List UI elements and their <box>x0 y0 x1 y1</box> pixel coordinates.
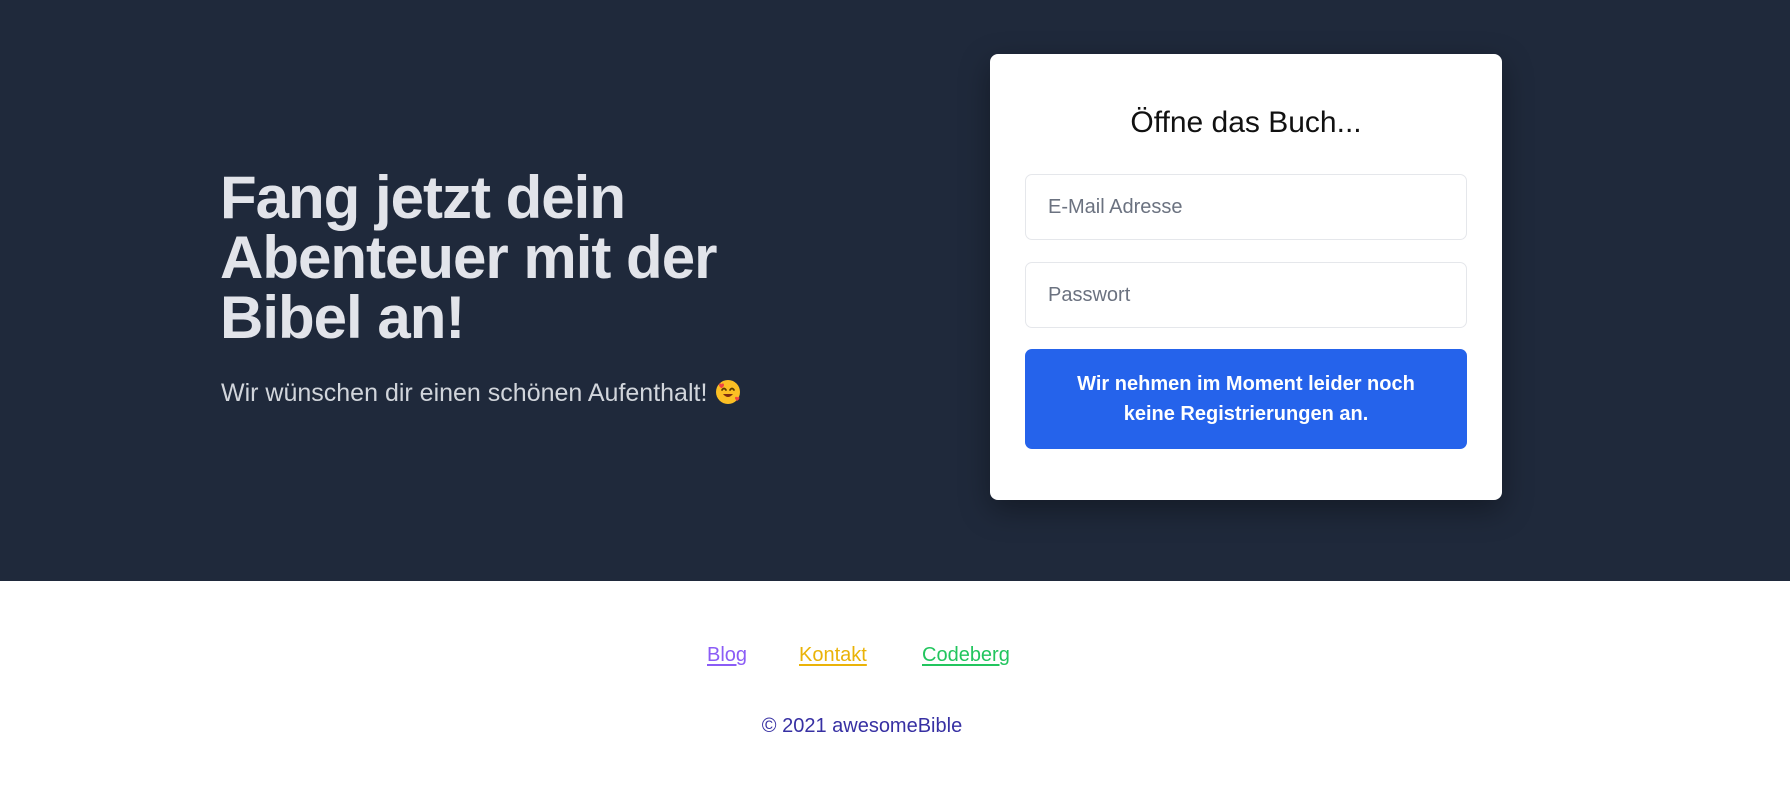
footer-link-codeberg[interactable]: Codeberg <box>922 640 1010 670</box>
footer-link-kontakt[interactable]: Kontakt <box>799 640 867 670</box>
register-button[interactable]: Wir nehmen im Moment leider noch keine R… <box>1025 349 1467 449</box>
password-field[interactable] <box>1025 262 1467 328</box>
hero-subtitle: Wir wünschen dir einen schönen Aufenthal… <box>221 376 841 410</box>
login-card-heading: Öffne das Buch... <box>1130 106 1362 139</box>
smiling-face-with-hearts-icon <box>715 379 741 405</box>
hero-section: Fang jetzt dein Abenteuer mit der Bibel … <box>0 0 1790 581</box>
hero-subtitle-text: Wir wünschen dir einen schönen Aufenthal… <box>221 379 708 407</box>
copyright-text: © 2021 awesomeBible <box>761 715 963 737</box>
hero-title: Fang jetzt dein Abenteuer mit der Bibel … <box>220 164 717 351</box>
footer-link-blog[interactable]: Blog <box>707 640 747 670</box>
email-field[interactable] <box>1025 174 1467 240</box>
footer-nav: Blog Kontakt Codeberg <box>0 640 1790 670</box>
